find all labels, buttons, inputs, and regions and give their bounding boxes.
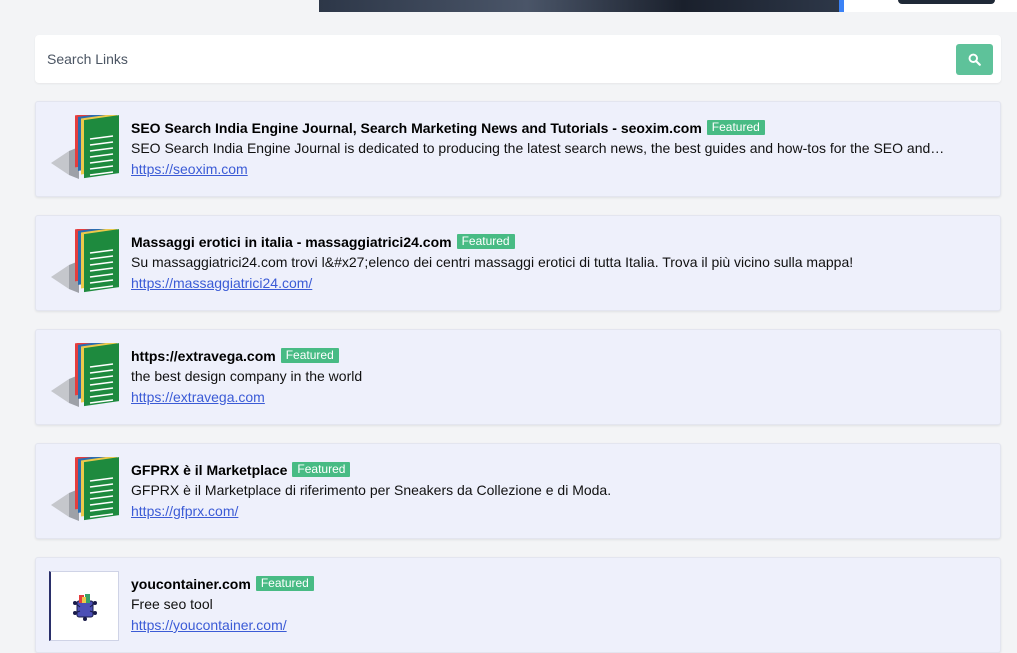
listing-title[interactable]: Massaggi erotici in italia - massaggiatr… bbox=[131, 234, 452, 250]
featured-badge: Featured bbox=[706, 120, 765, 135]
listing-title[interactable]: SEO Search India Engine Journal, Search … bbox=[131, 120, 702, 136]
search-input[interactable] bbox=[35, 35, 945, 83]
listing-card: GFPRX è il Marketplace Featured GFPRX è … bbox=[35, 443, 1001, 539]
listing-card: https://extravega.com Featured the best … bbox=[35, 329, 1001, 425]
featured-badge: Featured bbox=[292, 462, 351, 477]
listing-card: youcontainer.com Featured Free seo tool … bbox=[35, 557, 1001, 653]
listing-title[interactable]: https://extravega.com bbox=[131, 348, 276, 364]
listing-link[interactable]: https://gfprx.com/ bbox=[131, 503, 238, 520]
featured-badge: Featured bbox=[456, 234, 515, 249]
search-bar bbox=[35, 35, 1001, 83]
document-stack-icon bbox=[51, 457, 119, 521]
featured-badge: Featured bbox=[280, 348, 339, 363]
listing-link[interactable]: https://youcontainer.com/ bbox=[131, 617, 287, 634]
featured-badge: Featured bbox=[255, 576, 314, 591]
listing-description: the best design company in the world bbox=[131, 368, 363, 384]
listing-description: Free seo tool bbox=[131, 596, 213, 612]
search-button[interactable] bbox=[956, 44, 993, 75]
listing-title[interactable]: youcontainer.com bbox=[131, 576, 251, 592]
top-right-button[interactable] bbox=[898, 0, 995, 4]
search-icon bbox=[968, 53, 981, 66]
listing-title[interactable]: GFPRX è il Marketplace bbox=[131, 462, 287, 478]
site-logo-graphic bbox=[72, 594, 97, 621]
listing-card: Massaggi erotici in italia - massaggiatr… bbox=[35, 215, 1001, 311]
listing-description: SEO Search India Engine Journal is dedic… bbox=[131, 140, 945, 156]
document-stack-icon bbox=[51, 115, 119, 179]
listing-link[interactable]: https://extravega.com bbox=[131, 389, 265, 406]
site-logo-icon bbox=[49, 571, 119, 641]
document-stack-icon bbox=[51, 229, 119, 293]
listing-card: SEO Search India Engine Journal, Search … bbox=[35, 101, 1001, 197]
listing-description: Su massaggiatrici24.com trovi l&#x27;ele… bbox=[131, 254, 854, 270]
listing-link[interactable]: https://seoxim.com bbox=[131, 161, 248, 178]
document-stack-icon bbox=[51, 343, 119, 407]
listing-link[interactable]: https://massaggiatrici24.com/ bbox=[131, 275, 312, 292]
listing-description: GFPRX è il Marketplace di riferimento pe… bbox=[131, 482, 612, 498]
top-banner-image bbox=[319, 0, 839, 12]
